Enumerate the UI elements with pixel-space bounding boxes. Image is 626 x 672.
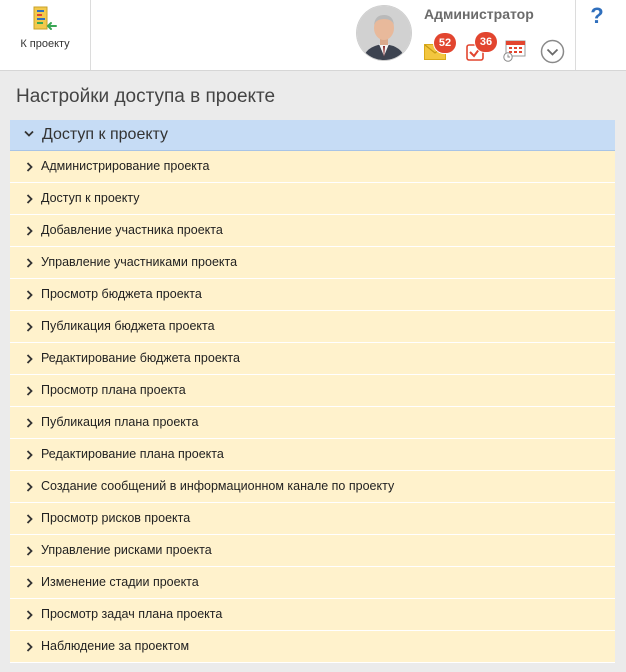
permission-item-label: Публикация бюджета проекта <box>41 319 215 333</box>
chevron-right-icon <box>26 162 33 172</box>
permission-item-label: Редактирование плана проекта <box>41 447 224 461</box>
chevron-right-icon <box>26 578 33 588</box>
top-bar: К проекту Администратор 52 36 ? <box>0 0 626 71</box>
permission-item[interactable]: Добавление участника проекта <box>10 215 615 247</box>
permission-item-label: Администрирование проекта <box>41 159 210 173</box>
chevron-right-icon <box>26 258 33 268</box>
access-group-title: Доступ к проекту <box>42 126 169 143</box>
user-photo <box>357 6 411 60</box>
permission-item[interactable]: Просмотр бюджета проекта <box>10 279 615 311</box>
permission-item-label: Создание сообщений в информационном кана… <box>41 479 395 493</box>
chevron-right-icon <box>26 418 33 428</box>
chevron-right-icon <box>26 482 33 492</box>
permission-item[interactable]: Просмотр рисков проекта <box>10 503 615 535</box>
permission-item[interactable]: Создание сообщений в информационном кана… <box>10 471 615 503</box>
permission-item-label: Просмотр задач плана проекта <box>41 607 223 621</box>
permission-item-label: Добавление участника проекта <box>41 223 223 237</box>
permission-item[interactable]: Изменение стадии проекта <box>10 567 615 599</box>
permission-item[interactable]: Редактирование плана проекта <box>10 439 615 471</box>
chevron-right-icon <box>26 642 33 652</box>
calendar-button[interactable] <box>503 40 527 64</box>
permission-item[interactable]: Наблюдение за проектом <box>10 631 615 663</box>
chevron-right-icon <box>26 322 33 332</box>
chevron-right-icon <box>26 450 33 460</box>
user-name[interactable]: Администратор <box>424 6 534 22</box>
permission-item-label: Управление участниками проекта <box>41 255 238 269</box>
permission-item[interactable]: Просмотр задач плана проекта <box>10 599 615 631</box>
permission-item[interactable]: Публикация плана проекта <box>10 407 615 439</box>
chevron-right-icon <box>26 354 33 364</box>
permission-item[interactable]: Публикация бюджета проекта <box>10 311 615 343</box>
permission-item[interactable]: Доступ к проекту <box>10 183 615 215</box>
chevron-right-icon <box>26 386 33 396</box>
permission-item-label: Просмотр плана проекта <box>41 383 186 397</box>
permission-item-label: Просмотр рисков проекта <box>41 511 191 525</box>
help-area: ? <box>575 0 626 70</box>
chevron-down-icon <box>24 130 34 137</box>
chevron-down-circle-icon <box>540 39 565 64</box>
tasks-button[interactable]: 36 <box>465 32 497 64</box>
permission-item-label: Управление рисками проекта <box>41 543 212 557</box>
chevron-right-icon <box>26 194 33 204</box>
permission-item-label: Публикация плана проекта <box>41 415 199 429</box>
permission-item-label: Редактирование бюджета проекта <box>41 351 240 365</box>
permission-item[interactable]: Управление рисками проекта <box>10 535 615 567</box>
back-to-project-button[interactable]: К проекту <box>0 0 91 70</box>
permission-item[interactable]: Редактирование бюджета проекта <box>10 343 615 375</box>
chevron-right-icon <box>26 546 33 556</box>
permission-item-label: Просмотр бюджета проекта <box>41 287 202 301</box>
permission-item-label: Изменение стадии проекта <box>41 575 199 589</box>
permission-item-label: Доступ к проекту <box>41 191 140 205</box>
back-to-project-label: К проекту <box>20 38 70 50</box>
avatar[interactable] <box>357 6 411 60</box>
help-button[interactable]: ? <box>576 3 618 29</box>
messages-count-badge: 52 <box>434 33 456 53</box>
permission-item-label: Наблюдение за проектом <box>41 639 190 653</box>
calendar-icon <box>503 40 526 62</box>
chevron-right-icon <box>26 610 33 620</box>
access-group-header[interactable]: Доступ к проекту <box>10 120 615 151</box>
user-menu-button[interactable] <box>540 39 566 65</box>
page-title: Настройки доступа в проекте <box>16 86 276 107</box>
chevron-right-icon <box>26 226 33 236</box>
permission-list: Администрирование проекта Доступ к проек… <box>10 151 615 663</box>
permission-item[interactable]: Администрирование проекта <box>10 151 615 183</box>
permission-item[interactable]: Просмотр плана проекта <box>10 375 615 407</box>
chevron-right-icon <box>26 514 33 524</box>
messages-button[interactable]: 52 <box>424 33 456 64</box>
permission-item[interactable]: Управление участниками проекта <box>10 247 615 279</box>
chevron-right-icon <box>26 290 33 300</box>
tasks-count-badge: 36 <box>475 32 497 52</box>
project-chart-icon <box>33 6 57 30</box>
